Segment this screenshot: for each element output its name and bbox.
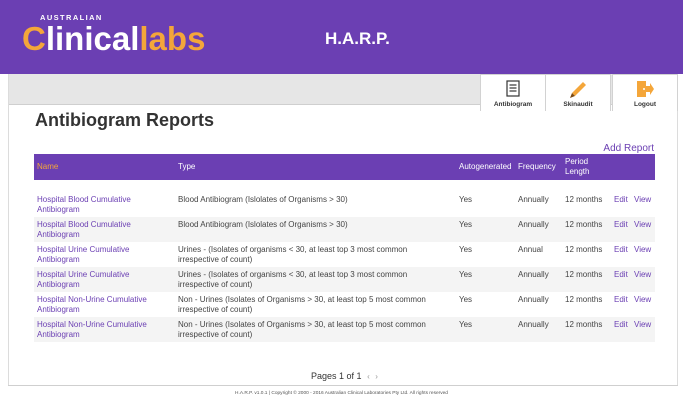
app-header: AUSTRALIAN Clinicallabs H.A.R.P. <box>0 0 683 74</box>
edit-link[interactable]: Edit <box>614 220 628 230</box>
report-type: Non - Urines (Isolates of Organisms > 30… <box>178 320 426 339</box>
document-icon <box>506 80 520 97</box>
report-autogenerated: Yes <box>459 220 473 229</box>
edit-link[interactable]: Edit <box>614 320 628 330</box>
report-period: 12 months <box>565 295 603 304</box>
report-autogenerated: Yes <box>459 195 473 204</box>
report-autogenerated: Yes <box>459 320 473 329</box>
report-name-link[interactable]: Hospital Urine Cumulative Antibiogram <box>37 270 172 290</box>
report-period: 12 months <box>565 320 603 329</box>
page-border-left <box>8 74 9 385</box>
report-type: Blood Antibiogram (Islolates of Organism… <box>178 220 348 229</box>
report-frequency: Annually <box>518 270 549 279</box>
header-autogenerated[interactable]: Autogenerated <box>459 162 512 172</box>
footer-divider <box>8 385 678 386</box>
pencil-icon <box>570 82 586 98</box>
prev-page-button[interactable]: ‹ <box>367 372 370 381</box>
logout-button[interactable]: Logout <box>612 74 678 111</box>
view-link[interactable]: View <box>634 195 651 205</box>
view-link[interactable]: View <box>634 320 651 330</box>
brand-logo[interactable]: Clinicallabs <box>22 19 205 59</box>
edit-link[interactable]: Edit <box>614 195 628 205</box>
report-period: 12 months <box>565 270 603 279</box>
report-period: 12 months <box>565 195 603 204</box>
report-period: 12 months <box>565 245 603 254</box>
header-name[interactable]: Name <box>37 162 58 172</box>
skinaudit-button[interactable]: Skinaudit <box>545 74 611 111</box>
report-autogenerated: Yes <box>459 245 473 254</box>
app-title: H.A.R.P. <box>325 29 390 48</box>
report-name-link[interactable]: Hospital Non-Urine Cumulative Antibiogra… <box>37 320 172 340</box>
table-header: Name Type Autogenerated Frequency Period… <box>34 154 655 180</box>
report-autogenerated: Yes <box>459 270 473 279</box>
table-row: Hospital Urine Cumulative Antibiogram Ur… <box>34 242 655 267</box>
report-type: Non - Urines (Isolates of Organisms > 30… <box>178 295 426 314</box>
view-link[interactable]: View <box>634 245 651 255</box>
pagination-label: Pages 1 of 1 <box>311 371 362 381</box>
brand-logo-c: C <box>22 20 46 57</box>
header-period-length[interactable]: Period Length <box>565 157 589 177</box>
add-report-link[interactable]: Add Report <box>603 143 654 154</box>
report-frequency: Annually <box>518 295 549 304</box>
report-frequency: Annually <box>518 220 549 229</box>
report-type: Urines - (Isolates of organisms < 30, at… <box>178 270 408 289</box>
header-type[interactable]: Type <box>178 162 195 172</box>
report-name-link[interactable]: Hospital Blood Cumulative Antibiogram <box>37 220 172 240</box>
table-row: Hospital Blood Cumulative Antibiogram Bl… <box>34 192 655 217</box>
skinaudit-label: Skinaudit <box>563 101 593 108</box>
view-link[interactable]: View <box>634 220 651 230</box>
logout-label: Logout <box>633 101 657 108</box>
report-type: Blood Antibiogram (Islolates of Organism… <box>178 195 348 204</box>
antibiogram-button[interactable]: Antibiogram <box>480 74 546 111</box>
report-frequency: Annually <box>518 320 549 329</box>
table-row: Hospital Non-Urine Cumulative Antibiogra… <box>34 317 655 342</box>
edit-link[interactable]: Edit <box>614 245 628 255</box>
reports-table: Name Type Autogenerated Frequency Period… <box>34 154 655 342</box>
table-row: Hospital Non-Urine Cumulative Antibiogra… <box>34 292 655 317</box>
page-title: Antibiogram Reports <box>35 110 215 130</box>
view-link[interactable]: View <box>634 270 651 280</box>
header-period-line2: Length <box>565 167 590 176</box>
antibiogram-label: Antibiogram <box>493 101 533 108</box>
report-name-link[interactable]: Hospital Non-Urine Cumulative Antibiogra… <box>37 295 172 315</box>
report-autogenerated: Yes <box>459 295 473 304</box>
report-frequency: Annual <box>518 245 543 254</box>
table-row: Hospital Blood Cumulative Antibiogram Bl… <box>34 217 655 242</box>
report-name-link[interactable]: Hospital Urine Cumulative Antibiogram <box>37 245 172 265</box>
page-border-right <box>677 74 678 385</box>
next-page-button[interactable]: › <box>375 372 378 381</box>
edit-link[interactable]: Edit <box>614 295 628 305</box>
pagination: Pages 1 of 1 ‹ › <box>311 371 378 381</box>
footer-copyright: H.A.R.P. v1.0.1 | Copyright © 2000 - 201… <box>235 391 448 396</box>
edit-link[interactable]: Edit <box>614 270 628 280</box>
header-period-line1: Period <box>565 157 589 166</box>
report-frequency: Annually <box>518 195 549 204</box>
header-frequency[interactable]: Frequency <box>518 162 556 172</box>
table-spacer-row <box>34 180 655 192</box>
brand-logo-linical: linical <box>45 20 140 57</box>
door-exit-icon <box>637 81 654 97</box>
report-name-link[interactable]: Hospital Blood Cumulative Antibiogram <box>37 195 172 215</box>
brand-logo-labs: labs <box>139 20 206 57</box>
view-link[interactable]: View <box>634 295 651 305</box>
table-row: Hospital Urine Cumulative Antibiogram Ur… <box>34 267 655 292</box>
report-type: Urines - (Isolates of organisms < 30, at… <box>178 245 408 264</box>
report-period: 12 months <box>565 220 603 229</box>
